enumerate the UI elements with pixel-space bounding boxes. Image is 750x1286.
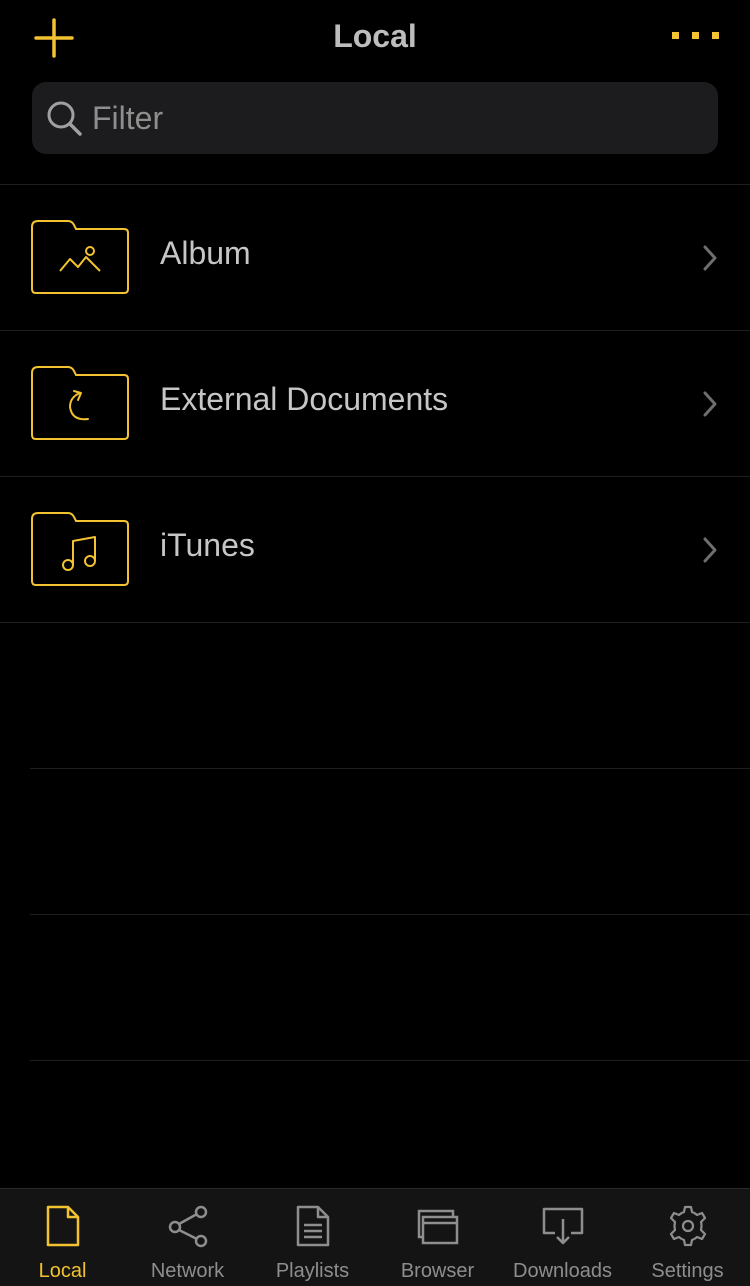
tab-settings[interactable]: Settings — [625, 1189, 750, 1286]
folder-photo-icon — [31, 220, 129, 294]
tab-label: Network — [150, 1260, 225, 1282]
tab-playlists[interactable]: Playlists — [250, 1189, 375, 1286]
page-title: Local — [333, 18, 417, 54]
chevron-right-icon — [703, 537, 717, 563]
folder-import-icon — [31, 366, 129, 440]
more-button[interactable] — [666, 18, 726, 54]
folder-row-external-documents[interactable]: External Documents — [0, 331, 750, 476]
empty-row — [0, 623, 750, 768]
tab-label: Downloads — [513, 1260, 612, 1282]
folder-row-album[interactable]: Album — [0, 185, 750, 330]
folder-label: Album — [160, 235, 251, 271]
playlist-icon — [296, 1205, 329, 1247]
folder-row-itunes[interactable]: iTunes — [0, 477, 750, 622]
document-icon — [46, 1205, 79, 1247]
filter-input[interactable] — [92, 82, 692, 154]
folder-list: Album External Documents iTunes — [0, 184, 750, 1061]
tab-label: Browser — [400, 1260, 475, 1282]
chevron-right-icon — [703, 245, 717, 271]
folder-label: iTunes — [160, 527, 255, 563]
share-icon — [168, 1205, 207, 1248]
ellipsis-icon — [672, 32, 719, 39]
divider — [30, 1060, 750, 1061]
tab-label: Settings — [651, 1260, 724, 1282]
tab-browser[interactable]: Browser — [375, 1189, 500, 1286]
browser-windows-icon — [417, 1209, 458, 1245]
tab-bar: Local Network Playlists Browser Download… — [0, 1188, 750, 1286]
search-bar[interactable] — [32, 82, 718, 154]
empty-row — [0, 915, 750, 1060]
tab-network[interactable]: Network — [125, 1189, 250, 1286]
tab-local[interactable]: Local — [0, 1189, 125, 1286]
download-tray-icon — [542, 1207, 583, 1245]
folder-music-icon — [31, 512, 129, 586]
gear-icon — [669, 1205, 706, 1247]
search-icon — [47, 101, 82, 136]
tab-label: Local — [38, 1260, 87, 1282]
tab-downloads[interactable]: Downloads — [500, 1189, 625, 1286]
chevron-right-icon — [703, 391, 717, 417]
empty-row — [0, 769, 750, 914]
navigation-bar: Local — [0, 0, 750, 72]
folder-label: External Documents — [160, 381, 449, 417]
tab-label: Playlists — [275, 1260, 350, 1282]
